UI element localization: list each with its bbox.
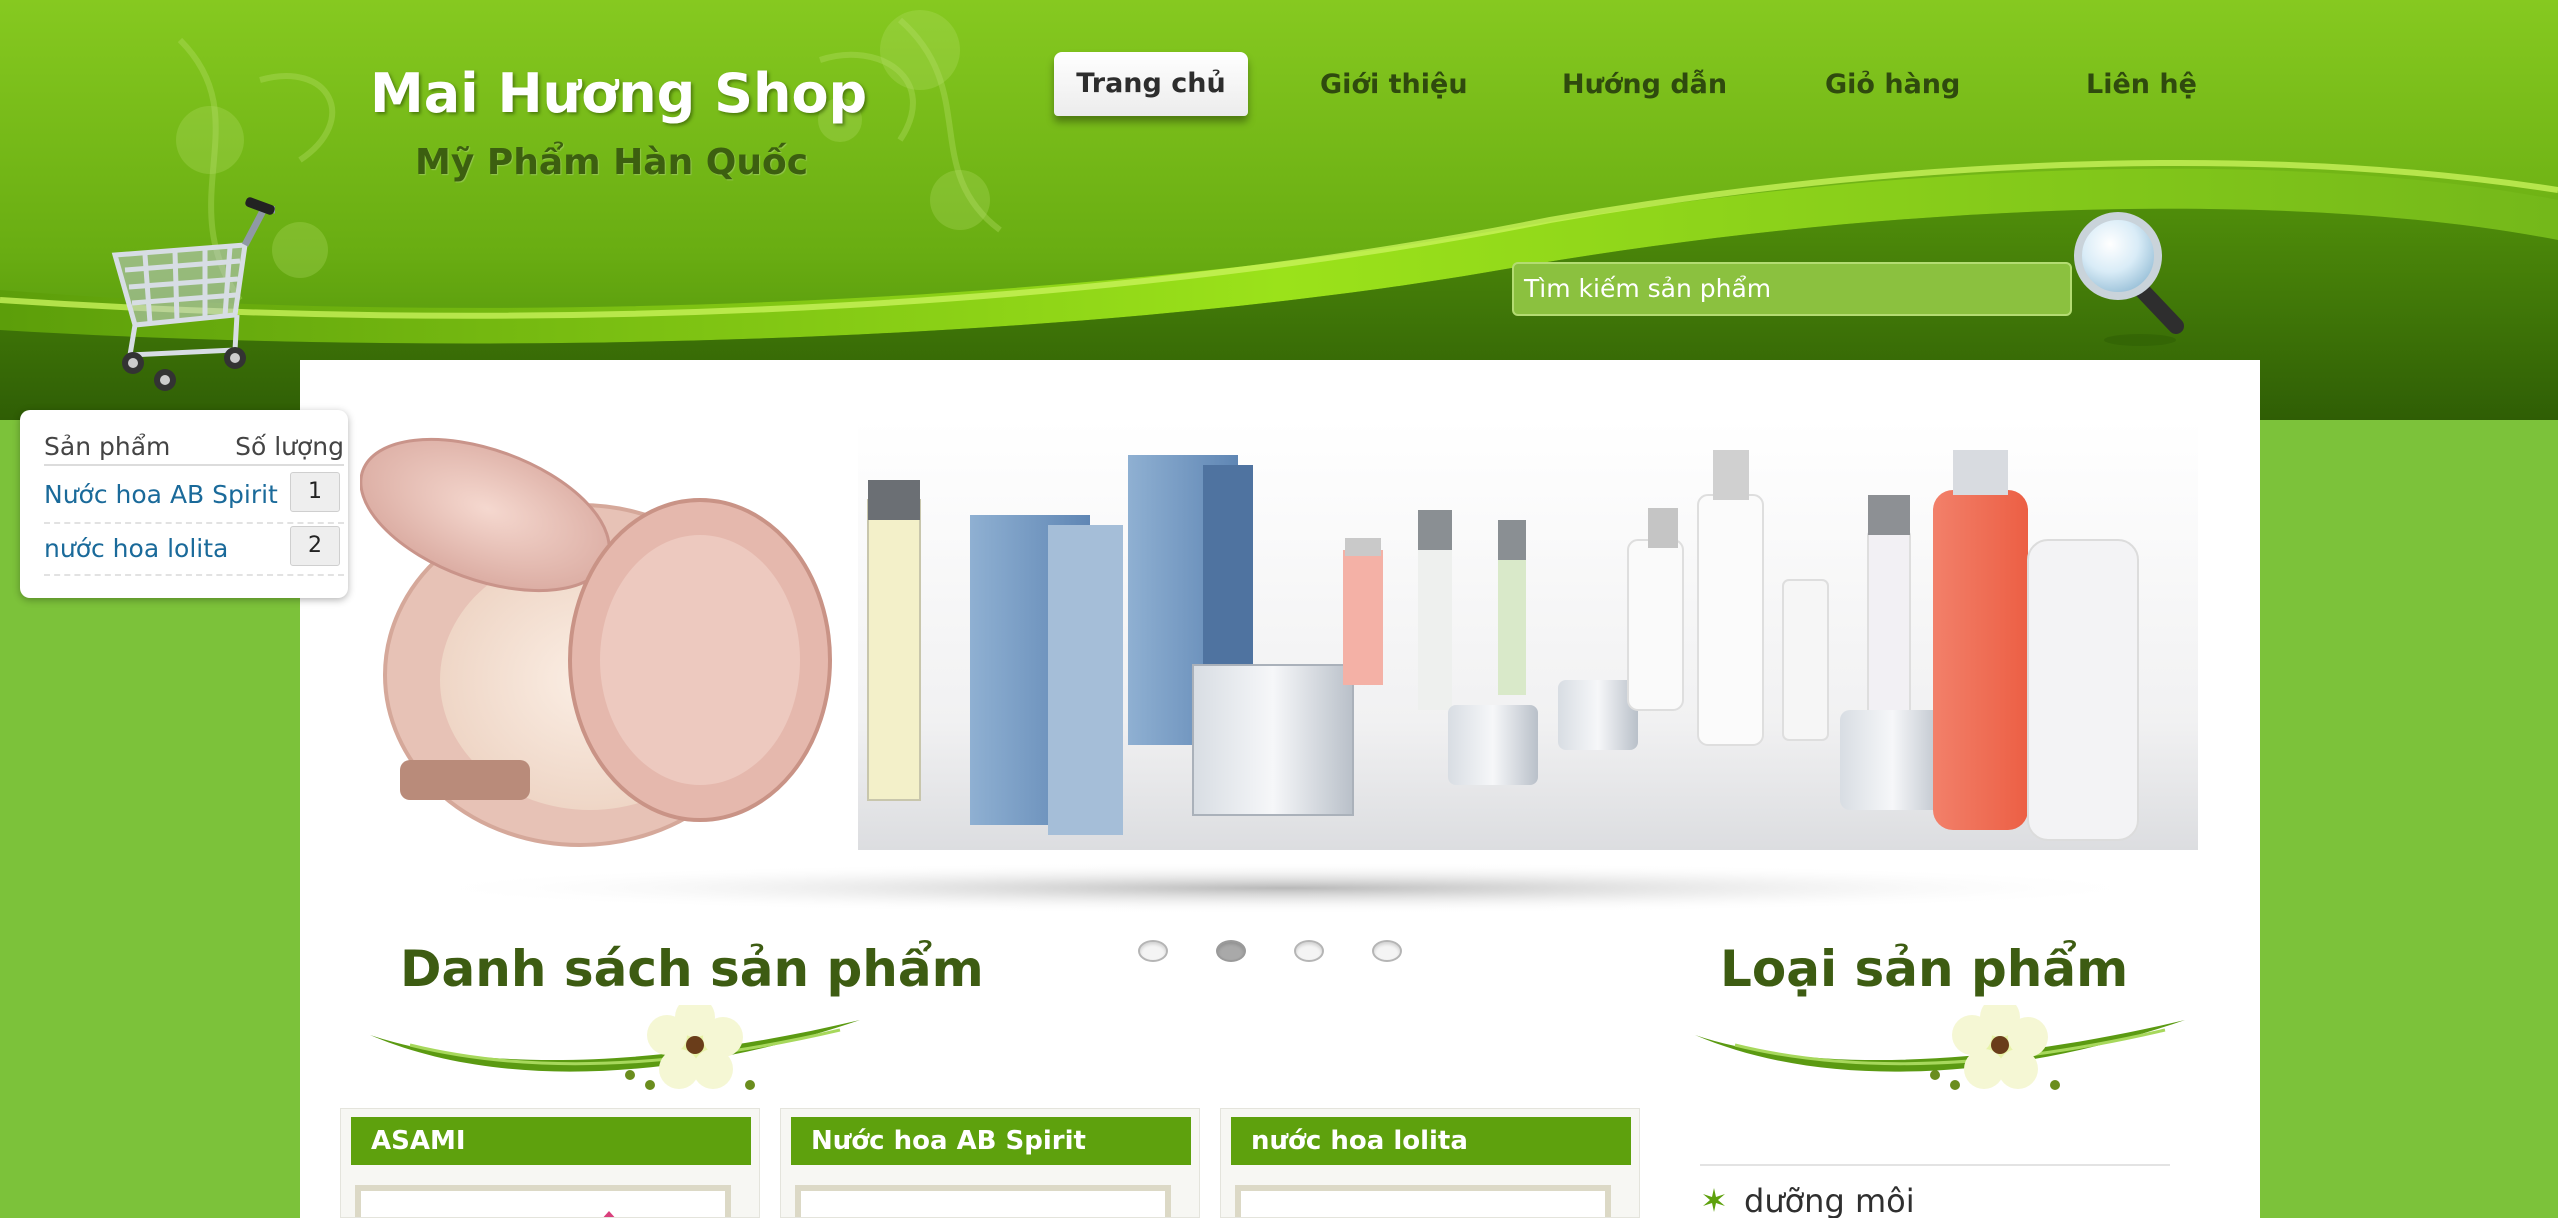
product-title[interactable]: Nước hoa AB Spirit	[791, 1117, 1191, 1165]
slider-dot-1[interactable]	[1138, 940, 1168, 962]
cart-item-name[interactable]: Nước hoa AB Spirit	[44, 480, 284, 509]
banner-image-compact	[360, 420, 850, 847]
magnifier-icon[interactable]	[2068, 208, 2188, 348]
banner-image-products	[858, 420, 2198, 850]
product-title[interactable]: nước hoa lolita	[1231, 1117, 1631, 1165]
banner-slideshow	[360, 420, 2198, 914]
column-header-quantity: Số lượng	[235, 432, 344, 461]
shopping-cart-icon	[111, 197, 275, 391]
site-title[interactable]: Mai Hương Shop	[370, 62, 867, 125]
search-input[interactable]: Tìm kiếm sản phẩm	[1512, 262, 2072, 316]
divider	[44, 464, 344, 466]
product-image[interactable]	[1235, 1185, 1611, 1217]
cart-item-row: Nước hoa AB Spirit 1	[44, 472, 344, 518]
nav-cart[interactable]: Giỏ hàng	[1825, 60, 1960, 110]
product-thumbnail	[1241, 1191, 1605, 1217]
cart-item-name[interactable]: nước hoa lolita	[44, 534, 284, 563]
category-label: dưỡng môi	[1744, 1182, 1915, 1218]
product-image[interactable]	[795, 1185, 1171, 1217]
column-header-product: Sản phẩm	[44, 432, 171, 461]
slider-pagination	[1138, 940, 1408, 966]
nav-contact[interactable]: Liên hệ	[2086, 60, 2197, 110]
nav-about[interactable]: Giới thiệu	[1320, 60, 1468, 110]
main-navigation: Trang chủ Giới thiệu Hướng dẫn Giỏ hàng …	[1030, 40, 2250, 130]
cart-summary-widget: Sản phẩm Số lượng Nước hoa AB Spirit 1 n…	[20, 410, 348, 598]
star-bullet-icon	[1703, 1188, 1725, 1212]
site-header: Mai Hương Shop Mỹ Phẩm Hàn Quốc Trang ch…	[0, 0, 2558, 420]
cart-item-quantity: 1	[290, 472, 340, 512]
slider-dot-4[interactable]	[1372, 940, 1402, 962]
site-subtitle: Mỹ Phẩm Hàn Quốc	[415, 142, 809, 183]
cart-item-row: nước hoa lolita 2	[44, 526, 344, 572]
product-card[interactable]: nước hoa lolita	[1220, 1108, 1640, 1218]
slider-dot-3[interactable]	[1294, 940, 1324, 962]
cart-summary-header: Sản phẩm Số lượng	[44, 424, 344, 464]
product-card[interactable]: ASAMI	[340, 1108, 760, 1218]
flower-flourish-decoration	[370, 1005, 860, 1090]
nav-home[interactable]: Trang chủ	[1054, 52, 1248, 116]
product-image[interactable]	[355, 1185, 731, 1217]
categories-section-title: Loại sản phẩm	[1720, 940, 2129, 998]
products-section-title: Danh sách sản phẩm	[400, 940, 984, 998]
divider	[44, 522, 344, 524]
divider	[44, 574, 344, 576]
product-title[interactable]: ASAMI	[351, 1117, 751, 1165]
flower-flourish-decoration	[1695, 1005, 2185, 1090]
divider	[1700, 1164, 2170, 1166]
cart-item-quantity: 2	[290, 526, 340, 566]
product-thumbnail	[361, 1191, 725, 1217]
product-thumbnail	[801, 1191, 1165, 1217]
slider-dot-2[interactable]	[1216, 940, 1246, 962]
category-item[interactable]: dưỡng môi	[1700, 1182, 1915, 1218]
product-card[interactable]: Nước hoa AB Spirit	[780, 1108, 1200, 1218]
nav-guide[interactable]: Hướng dẫn	[1562, 60, 1727, 110]
